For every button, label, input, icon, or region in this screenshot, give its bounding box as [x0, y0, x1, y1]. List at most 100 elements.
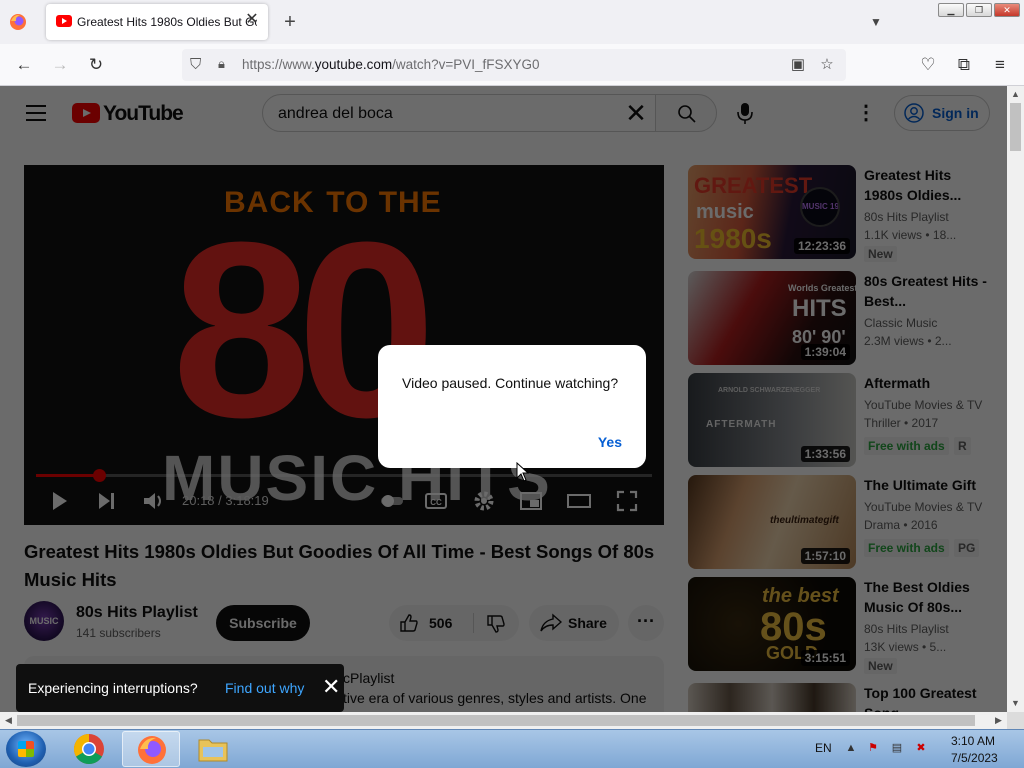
volume-muted-icon[interactable]: ✖ [914, 741, 928, 755]
window-close-button[interactable]: ✕ [994, 3, 1020, 17]
more-actions-button[interactable]: ··· [628, 605, 664, 641]
recommendation-item[interactable]: the best 80s GOLD 3:15:51 The Best Oldie… [688, 577, 988, 674]
share-button[interactable]: Share [529, 605, 619, 641]
lock-icon[interactable]: 🔒︎ [218, 56, 232, 74]
vertical-scrollbar[interactable]: ▲ ▼ [1007, 86, 1024, 712]
search-button[interactable] [655, 94, 717, 132]
extensions-icon[interactable]: ⧉ [953, 54, 975, 76]
recommendation-title[interactable]: The Ultimate Gift [864, 475, 988, 495]
taskbar-explorer[interactable] [184, 731, 242, 767]
scroll-up-arrow-icon[interactable]: ▲ [1007, 86, 1024, 103]
scroll-right-arrow-icon[interactable]: ▶ [990, 712, 1007, 729]
recommendation-title[interactable]: Greatest Hits 1980s Oldies... [864, 165, 988, 205]
back-icon[interactable]: ← [13, 54, 35, 76]
horizontal-scroll-thumb[interactable] [17, 715, 975, 726]
scroll-down-arrow-icon[interactable]: ▼ [1007, 695, 1024, 712]
forward-icon[interactable]: → [49, 54, 71, 76]
url-bar[interactable]: ⛉ 🔒︎ https://www.youtube.com/watch?v=PVI… [182, 49, 846, 81]
captions-icon[interactable]: CC [423, 488, 449, 514]
volume-icon[interactable] [140, 488, 166, 514]
subscribe-button[interactable]: Subscribe [216, 605, 310, 641]
autoplay-toggle-icon[interactable] [379, 488, 405, 514]
tab-close-icon[interactable]: ✕ [244, 12, 260, 28]
thumbs-down-icon [487, 615, 505, 633]
reader-icon[interactable]: ▣ [789, 56, 807, 74]
find-out-why-link[interactable]: Find out why [225, 680, 304, 696]
recommendation-thumbnail[interactable]: ARNOLD SCHWARZENEGGER AFTERMATH 1:33:56 [688, 373, 856, 467]
sign-in-button[interactable]: Sign in [894, 95, 990, 131]
svg-text:CC: CC [430, 498, 442, 507]
recommendation-title[interactable]: The Best Oldies Music Of 80s... [864, 577, 988, 617]
language-indicator[interactable]: EN [815, 741, 832, 755]
recommendation-item[interactable]: GREATEST music 1980s MUSIC 1980s 12:23:3… [688, 165, 988, 262]
next-video-icon[interactable] [93, 488, 119, 514]
recommendation-channel[interactable]: YouTube Movies & TV [864, 500, 982, 514]
voice-search-button[interactable] [730, 94, 760, 132]
scroll-left-arrow-icon[interactable]: ◀ [0, 712, 17, 729]
fullscreen-icon[interactable] [614, 488, 640, 514]
window-minimize-button[interactable]: ▁ [938, 3, 964, 17]
recommendation-thumbnail[interactable]: the best 80s GOLD 3:15:51 [688, 577, 856, 671]
progress-bar-track[interactable] [36, 474, 652, 477]
scrollbar-corner [1007, 712, 1024, 729]
bookmark-star-icon[interactable]: ☆ [818, 56, 836, 74]
chrome-icon [73, 734, 104, 765]
guide-menu-icon[interactable] [26, 105, 46, 121]
search-query[interactable]: andrea del boca [278, 105, 393, 123]
reload-icon[interactable]: ↻ [85, 54, 107, 76]
channel-name[interactable]: 80s Hits Playlist [76, 604, 198, 622]
recommendation-channel[interactable]: 80s Hits Playlist [864, 210, 949, 224]
recommendation-channel[interactable]: Classic Music [864, 316, 937, 330]
menu-icon[interactable]: ≡ [989, 54, 1011, 76]
theater-mode-icon[interactable] [566, 488, 592, 514]
recommendation-thumbnail[interactable]: GREATEST music 1980s MUSIC 1980s 12:23:3… [688, 165, 856, 259]
progress-scrubber-handle[interactable] [93, 469, 106, 482]
continue-watching-yes-button[interactable]: Yes [598, 434, 622, 450]
recommendation-title[interactable]: Top 100 Greatest Song... [864, 683, 988, 712]
browser-tab-active[interactable]: Greatest Hits 1980s Oldies But Goodies O… [46, 4, 268, 40]
new-tab-icon[interactable]: + [280, 10, 300, 34]
like-button[interactable]: 506 [389, 605, 473, 641]
recommendation-item[interactable]: Top 100 Greatest Song... [688, 683, 988, 712]
toast-close-icon[interactable]: ✕ [322, 676, 340, 698]
action-center-flag-icon[interactable]: ⚑ [866, 741, 880, 755]
play-icon[interactable] [46, 488, 72, 514]
taskbar-chrome[interactable] [60, 731, 118, 767]
url-text[interactable]: https://www.youtube.com/watch?v=PVI_fFSX… [242, 57, 540, 72]
recommendation-item[interactable]: Worlds Greatest HITS 80' 90' 1:39:04 80s… [688, 271, 988, 367]
search-input[interactable]: andrea del boca ✕ [262, 94, 656, 132]
recommendation-title[interactable]: 80s Greatest Hits - Best... [864, 271, 988, 311]
video-duration: 1:33:56 [800, 446, 850, 462]
settings-gear-icon[interactable] [471, 488, 497, 514]
firefox-icon[interactable] [8, 12, 28, 32]
recommendation-thumbnail[interactable] [688, 683, 856, 712]
clear-search-icon[interactable]: ✕ [623, 100, 649, 127]
start-button[interactable] [6, 731, 46, 767]
recommendation-item[interactable]: theultimategift 1:57:10 The Ultimate Gif… [688, 475, 988, 571]
dislike-button[interactable] [475, 605, 519, 641]
miniplayer-icon[interactable] [518, 488, 544, 514]
channel-avatar[interactable]: MUSIC 1980s [24, 601, 64, 666]
taskbar-firefox[interactable] [122, 731, 180, 767]
vertical-scroll-thumb[interactable] [1010, 103, 1021, 151]
horizontal-scrollbar[interactable]: ◀ ▶ [0, 712, 1007, 729]
recommendation-thumbnail[interactable]: Worlds Greatest HITS 80' 90' 1:39:04 [688, 271, 856, 365]
tab-list-chevron-icon[interactable]: ▼ [866, 12, 886, 32]
account-icon [904, 103, 924, 123]
video-duration: 1:39:04 [800, 344, 850, 360]
video-duration: 3:15:51 [800, 650, 850, 666]
window-restore-button[interactable]: ❐ [966, 3, 992, 17]
shield-icon[interactable]: ⛉ [190, 56, 206, 74]
recommendation-item[interactable]: ARNOLD SCHWARZENEGGER AFTERMATH 1:33:56 … [688, 373, 988, 469]
pocket-icon[interactable]: ♡ [917, 54, 939, 76]
clock-date[interactable]: 7/5/2023 [951, 751, 998, 765]
settings-kebab-icon[interactable]: ⋮ [856, 102, 876, 124]
recommendation-title[interactable]: Aftermath [864, 373, 988, 393]
network-icon[interactable]: ▤ [890, 741, 904, 755]
show-hidden-icons-arrow-icon[interactable]: ▲ [844, 741, 858, 755]
recommendation-thumbnail[interactable]: theultimategift 1:57:10 [688, 475, 856, 569]
recommendation-meta: Drama • 2016 [864, 518, 938, 532]
recommendation-channel[interactable]: YouTube Movies & TV [864, 398, 982, 412]
recommendation-channel[interactable]: 80s Hits Playlist [864, 622, 949, 636]
clock-time[interactable]: 3:10 AM [951, 734, 995, 748]
